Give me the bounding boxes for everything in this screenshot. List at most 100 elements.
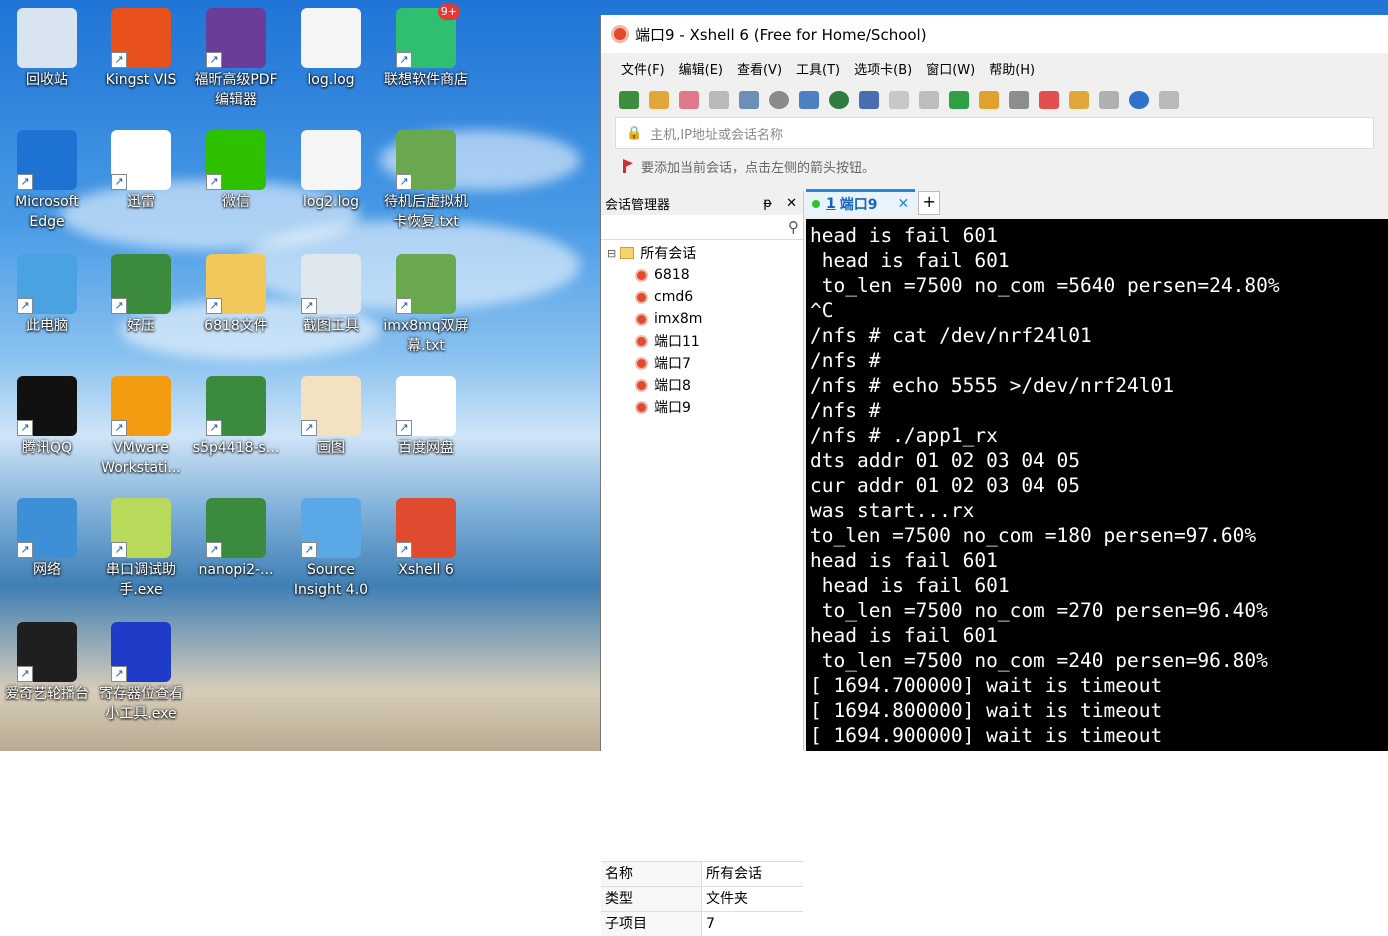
desktop-icon-label: Source Insight 4.0 bbox=[293, 562, 369, 598]
session-item[interactable]: 端口7 bbox=[607, 352, 803, 374]
session-icon bbox=[635, 378, 648, 392]
desktop-icon-label: 好压 bbox=[127, 318, 155, 334]
desktop-icon[interactable]: ↗ Xshell 6 bbox=[380, 498, 472, 580]
close-icon[interactable]: ✕ bbox=[786, 196, 797, 211]
desktop-icon[interactable]: ↗ 9+ 联想软件商店 bbox=[380, 4, 472, 90]
highlight-icon[interactable] bbox=[1039, 91, 1059, 109]
session-search-input[interactable]: ⚲ bbox=[601, 215, 803, 240]
properties-icon[interactable] bbox=[739, 91, 759, 109]
session-item[interactable]: cmd6 bbox=[607, 286, 803, 308]
xshell-icon: ↗ bbox=[396, 498, 456, 558]
menu-view[interactable]: 查看(V) bbox=[737, 59, 782, 78]
property-key: 子项目 bbox=[601, 912, 702, 936]
snipping-tool-icon: ↗ bbox=[301, 254, 361, 314]
disconnect-icon[interactable] bbox=[709, 91, 729, 109]
bookmark-arrow-icon[interactable] bbox=[623, 159, 633, 173]
desktop-icon[interactable]: log2.log bbox=[285, 130, 377, 212]
pin-icon[interactable]: ᵽ bbox=[763, 196, 772, 211]
session-label: 端口11 bbox=[654, 334, 700, 350]
desktop-icon[interactable]: ↗ 网络 bbox=[1, 498, 93, 580]
desktop-icon[interactable]: ↗ 好压 bbox=[95, 254, 187, 336]
search-icon[interactable]: ⚲ bbox=[788, 218, 799, 236]
desktop-icon[interactable]: ↗ 微信 bbox=[190, 130, 282, 212]
connect-icon[interactable] bbox=[679, 91, 699, 109]
tree-root[interactable]: ⊟ 所有会话 bbox=[607, 242, 803, 264]
session-label: 端口9 bbox=[654, 400, 691, 416]
fullscreen-icon[interactable] bbox=[949, 91, 969, 109]
session-item[interactable]: 端口11 bbox=[607, 330, 803, 352]
menu-window[interactable]: 窗口(W) bbox=[926, 59, 975, 78]
collapse-icon[interactable]: ⊟ bbox=[607, 247, 616, 260]
session-item[interactable]: 6818 bbox=[607, 264, 803, 286]
desktop-icon[interactable]: ↗ 串口调试助手.exe bbox=[95, 498, 187, 600]
shortcut-arrow-icon: ↗ bbox=[396, 420, 412, 436]
desktop-icon[interactable]: ↗ nanopi2-... bbox=[190, 498, 282, 580]
font-icon[interactable] bbox=[859, 91, 879, 109]
tree-root-label: 所有会话 bbox=[640, 246, 697, 262]
desktop-icon[interactable]: ↗ 迅雷 bbox=[95, 130, 187, 212]
session-manager: 会话管理器 ᵽ ✕ ⚲ ⊟ 所有会话 6818 cmd6 imx8m 端口11 端口7 端… bbox=[601, 191, 804, 936]
network-icon: ↗ bbox=[17, 498, 77, 558]
source-insight-icon: ↗ bbox=[301, 498, 361, 558]
session-item[interactable]: 端口8 bbox=[607, 374, 803, 396]
tab-port9[interactable]: 1 端口9 ✕ bbox=[806, 189, 916, 215]
menu-edit[interactable]: 编辑(E) bbox=[679, 59, 723, 78]
chat-icon[interactable] bbox=[1159, 91, 1179, 109]
desktop-icon[interactable]: ↗ 画图 bbox=[285, 376, 377, 458]
transfer-icon[interactable] bbox=[799, 91, 819, 109]
desktop-icon[interactable]: ↗ 寄存器位查看小工具.exe bbox=[95, 622, 187, 724]
desktop-icon[interactable]: ↗ VMware Workstati... bbox=[95, 376, 187, 478]
desktop-icon[interactable]: ↗ 福昕高级PDF编辑器 bbox=[190, 8, 282, 110]
xftp-icon[interactable] bbox=[889, 91, 909, 109]
desktop-icon[interactable]: ↗ 爱奇艺轮播台 bbox=[1, 622, 93, 704]
shortcut-arrow-icon: ↗ bbox=[206, 420, 222, 436]
desktop-icon[interactable]: ↗ Source Insight 4.0 bbox=[285, 498, 377, 600]
session-icon bbox=[635, 334, 648, 348]
menu-tools[interactable]: 工具(T) bbox=[796, 59, 840, 78]
desktop-icon[interactable]: ↗ 待机后虚拟机卡恢复.txt bbox=[380, 130, 472, 232]
property-value: 文件夹 bbox=[706, 891, 748, 907]
address-placeholder: 主机,IP地址或会话名称 bbox=[650, 127, 783, 143]
desktop-icon[interactable]: ↗ 百度网盘 bbox=[380, 376, 472, 458]
terminal-line: /nfs # bbox=[810, 349, 881, 372]
archive-icon: ↗ bbox=[206, 376, 266, 436]
desktop-icon[interactable]: ↗ Microsoft Edge bbox=[1, 130, 93, 232]
desktop-icon-label: Xshell 6 bbox=[398, 562, 454, 578]
session-item[interactable]: imx8m bbox=[607, 308, 803, 330]
desktop-icon[interactable]: ↗ 6818文件 bbox=[190, 254, 282, 336]
session-item[interactable]: 端口9 bbox=[607, 396, 803, 418]
tab-close-icon[interactable]: ✕ bbox=[898, 196, 910, 212]
desktop-icon-label: 腾讯QQ bbox=[21, 440, 73, 456]
open-folder-icon[interactable] bbox=[649, 91, 669, 109]
desktop-icon[interactable]: ↗ imx8mq双屏幕.txt bbox=[380, 254, 472, 356]
desktop-icon[interactable]: 回收站 bbox=[1, 8, 93, 90]
new-session-icon[interactable] bbox=[619, 91, 639, 109]
terminal[interactable]: head is fail 601 head is fail 601 to_len… bbox=[806, 219, 1388, 751]
keyboard-icon[interactable] bbox=[1009, 91, 1029, 109]
shortcut-arrow-icon: ↗ bbox=[206, 298, 222, 314]
desktop-icon[interactable]: ↗ s5p4418-s... bbox=[190, 376, 282, 458]
find-icon[interactable] bbox=[769, 91, 789, 109]
desktop-icon[interactable]: ↗ Kingst VIS bbox=[95, 8, 187, 90]
new-folder-icon[interactable] bbox=[1069, 91, 1089, 109]
address-input[interactable]: 🔒 主机,IP地址或会话名称 bbox=[615, 117, 1374, 149]
menu-help[interactable]: 帮助(H) bbox=[989, 59, 1035, 78]
desktop-icon[interactable]: log.log bbox=[285, 8, 377, 90]
desktop-icon[interactable]: ↗ 截图工具 bbox=[285, 254, 377, 336]
globe-icon[interactable] bbox=[829, 91, 849, 109]
screenshot-icon[interactable] bbox=[919, 91, 939, 109]
title-bar[interactable]: 端口9 - Xshell 6 (Free for Home/School) bbox=[601, 15, 1388, 53]
menu-tabs[interactable]: 选项卡(B) bbox=[854, 59, 912, 78]
layout-icon[interactable] bbox=[1099, 91, 1119, 109]
desktop-icon[interactable]: ↗ 此电脑 bbox=[1, 254, 93, 336]
desktop-icon-label: s5p4418-s... bbox=[192, 440, 280, 456]
desktop-icon[interactable]: ↗ 腾讯QQ bbox=[1, 376, 93, 458]
session-icon bbox=[635, 356, 648, 370]
tab-number: 1 bbox=[826, 195, 836, 212]
terminal-line: [ 1694.800000] wait is timeout bbox=[810, 699, 1163, 722]
hint-bar: 要添加当前会话，点击左侧的箭头按钮。 bbox=[601, 149, 1388, 183]
menu-file[interactable]: 文件(F) bbox=[621, 59, 665, 78]
help-icon[interactable] bbox=[1129, 91, 1149, 109]
add-tab-button[interactable]: + bbox=[918, 191, 941, 215]
lock-icon[interactable] bbox=[979, 91, 999, 109]
